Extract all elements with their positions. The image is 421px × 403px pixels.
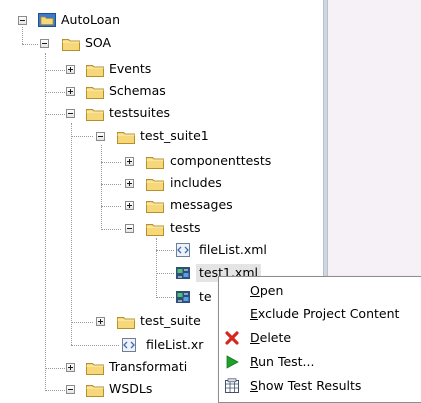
tree-node-test-suite1[interactable]: test_suite1 (0, 127, 209, 147)
folder-icon (86, 385, 104, 397)
collapse-icon[interactable] (66, 385, 75, 394)
expand-icon[interactable] (66, 87, 75, 96)
tree-node-label: testsuites (109, 105, 171, 120)
folder-icon (86, 363, 104, 375)
editor-area (328, 0, 421, 295)
collapse-icon[interactable] (96, 132, 105, 141)
tree-node-messages[interactable]: messages (0, 196, 320, 216)
tree-node-autoloan[interactable]: AutoLoan (0, 10, 200, 30)
menu-item-delete[interactable]: Delete (219, 327, 421, 349)
menu-item-exclude-project-content[interactable]: Exclude Project Content (219, 303, 421, 325)
tree-node-label: SOA (85, 35, 112, 50)
folder-icon (146, 157, 164, 169)
tree-node-wsdls[interactable]: WSDLs (0, 380, 218, 400)
menu-item-label: Delete (250, 330, 292, 345)
tree-node-test-suite2[interactable]: test_suite (0, 312, 218, 332)
tree-node-soa[interactable]: SOA (0, 34, 200, 54)
xml-file-icon (122, 338, 136, 352)
folder-icon (146, 201, 164, 213)
expand-icon[interactable] (125, 201, 134, 210)
project-icon (38, 13, 56, 27)
folder-icon (117, 317, 135, 329)
tree-node-filelist-xml-suites[interactable]: fileList.xr (0, 335, 218, 355)
tree-node-label: te (199, 289, 212, 304)
tree-node-label: componenttests (170, 153, 272, 168)
context-menu: Open Exclude Project Content Delete Run … (218, 276, 421, 403)
tree-node-events[interactable]: Events (0, 60, 200, 80)
tree-node-label: messages (170, 197, 233, 212)
menu-item-label: Show Test Results (250, 378, 362, 393)
expand-icon[interactable] (66, 363, 75, 372)
expand-icon[interactable] (66, 65, 75, 74)
delete-x-icon (225, 331, 239, 345)
menu-item-open[interactable]: Open (219, 280, 421, 302)
tree-node-label: tests (170, 220, 201, 235)
collapse-icon[interactable] (40, 39, 49, 48)
expand-icon[interactable] (125, 179, 134, 188)
expand-icon[interactable] (96, 317, 105, 326)
tree-node-label: Schemas (109, 83, 166, 98)
menu-item-label: Open (250, 283, 284, 298)
tree-node-componenttests[interactable]: componenttests (0, 152, 320, 172)
collapse-icon[interactable] (18, 16, 27, 25)
tree-node-filelist-xml[interactable]: fileList.xml (0, 240, 320, 260)
tree-node-label: test_suite (140, 313, 201, 328)
folder-icon (146, 224, 164, 236)
folder-icon (146, 179, 164, 191)
test-file-icon (176, 291, 190, 303)
collapse-icon[interactable] (125, 224, 134, 233)
menu-item-run-test[interactable]: Run Test... (219, 351, 421, 373)
folder-icon (62, 39, 80, 51)
folder-icon (86, 65, 104, 77)
tree-node-transformations[interactable]: Transformati (0, 358, 218, 378)
tree-node-label: fileList.xml (199, 242, 267, 257)
test-file-icon (176, 267, 190, 279)
tree-node-label: Transformati (109, 359, 188, 374)
tree-node-schemas[interactable]: Schemas (0, 82, 200, 102)
tree-node-label: test_suite1 (140, 128, 209, 143)
folder-icon (117, 132, 135, 144)
test-results-icon (225, 378, 239, 393)
tree-node-label: includes (170, 175, 222, 190)
folder-icon (86, 87, 104, 99)
folder-icon (86, 109, 104, 121)
tree-node-testsuites[interactable]: testsuites (0, 104, 200, 124)
expand-icon[interactable] (125, 157, 134, 166)
collapse-icon[interactable] (66, 109, 75, 118)
tree-node-label: AutoLoan (61, 12, 120, 27)
menu-item-label: Exclude Project Content (250, 306, 400, 321)
tree-node-tests[interactable]: tests (0, 219, 320, 239)
menu-item-label: Run Test... (250, 354, 315, 369)
xml-file-icon (176, 243, 190, 257)
tree-node-includes[interactable]: includes (0, 174, 320, 194)
run-arrow-icon (226, 355, 239, 369)
tree-node-label: Events (109, 61, 152, 76)
tree-node-label: WSDLs (109, 381, 153, 396)
tree-node-label: fileList.xr (146, 337, 204, 352)
menu-item-show-test-results[interactable]: Show Test Results (219, 375, 421, 397)
tree-node-test2-xml[interactable]: te (0, 287, 218, 307)
